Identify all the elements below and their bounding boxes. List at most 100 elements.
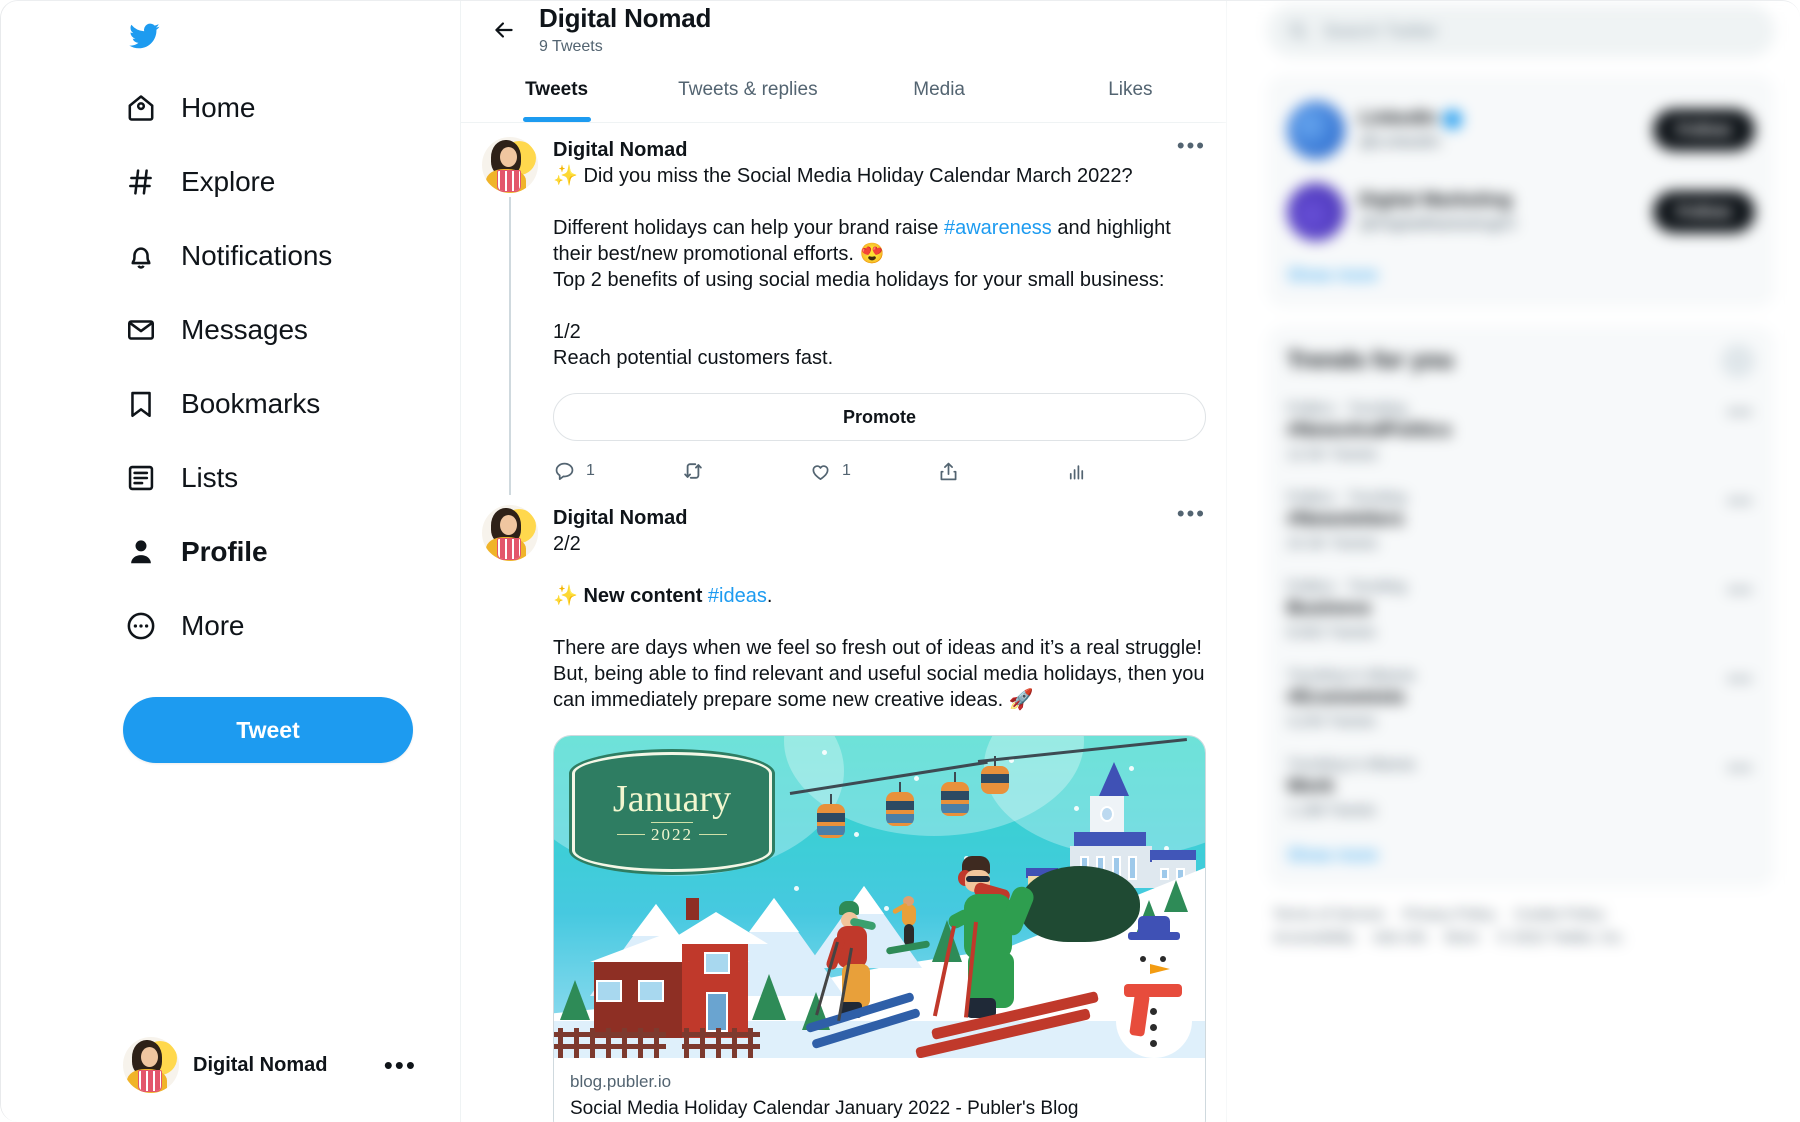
tweet-item[interactable]: Digital Nomad ••• ✨ Did you miss the Soc… (461, 123, 1226, 495)
tweet-count: 9 Tweets (539, 38, 603, 55)
sidebar-item-profile[interactable]: Profile (123, 515, 460, 589)
show-more-link[interactable]: Show more (1267, 253, 1775, 302)
tweet-author-name: Digital Nomad (553, 507, 688, 529)
footer-link-cookie[interactable]: Cookie Policy (1514, 906, 1605, 923)
trend-more-icon[interactable]: ••• (1728, 669, 1753, 690)
sidebar-item-bookmarks[interactable]: Bookmarks (123, 367, 460, 441)
account-switcher[interactable]: Digital Nomad ••• (123, 1027, 423, 1103)
right-sidebar: Search Twitter LinkedIn @LinkedIn Follow (1227, 1, 1800, 1122)
back-arrow-icon[interactable] (481, 7, 527, 53)
link-preview-card[interactable]: January 2022 blog.publer.io Social Media… (553, 735, 1206, 1122)
trend-category: Trending in Albania (1287, 756, 1415, 773)
sidebar-item-messages[interactable]: Messages (123, 293, 460, 367)
trend-more-icon[interactable]: ••• (1728, 491, 1753, 512)
like-action[interactable]: 1 (809, 460, 937, 483)
headline-before: New content (577, 585, 708, 607)
trend-more-icon[interactable]: ••• (1728, 402, 1753, 423)
twitter-profile-page: Home Explore Notifications Messages Book… (0, 0, 1800, 1122)
trend-name: #Economists (1287, 687, 1406, 708)
tweet-header: Digital Nomad ••• (553, 503, 1206, 531)
who-meta: Digital Marketing @DigitalMarketingIO (1359, 190, 1639, 234)
sidebar-item-lists[interactable]: Lists (123, 441, 460, 515)
footer-link-more[interactable]: More (1445, 929, 1479, 946)
follow-button[interactable]: Follow (1653, 191, 1755, 233)
hashtag-awareness[interactable]: #awareness (944, 217, 1052, 239)
promote-button[interactable]: Promote (553, 393, 1206, 441)
list-item[interactable]: LinkedIn @LinkedIn Follow (1267, 89, 1775, 171)
avatar (123, 1037, 179, 1093)
gondola-icon (817, 804, 845, 838)
reply-action[interactable]: 1 (553, 460, 681, 483)
left-sidebar: Home Explore Notifications Messages Book… (1, 1, 461, 1122)
trend-category: Politics · Trending (1287, 578, 1407, 595)
list-item[interactable]: Politics · Trending Business 8,902 Tweet… (1267, 566, 1775, 655)
tab-media[interactable]: Media (844, 65, 1035, 122)
twitter-bird-logo[interactable] (115, 7, 173, 65)
trend-name: Work (1287, 776, 1335, 797)
trend-more-icon[interactable]: ••• (1728, 580, 1753, 601)
trend-count: 3,240 Tweets (1287, 713, 1376, 730)
sidebar-item-explore[interactable]: Explore (123, 145, 460, 219)
sidebar-item-home[interactable]: Home (123, 71, 460, 145)
card-meta: blog.publer.io Social Media Holiday Cale… (554, 1058, 1205, 1122)
list-item[interactable]: Digital Marketing @DigitalMarketingIO Fo… (1267, 171, 1775, 253)
hashtag-ideas[interactable]: #ideas (708, 585, 767, 607)
trend-name: #Newsletters (1287, 509, 1405, 530)
bell-icon (123, 238, 159, 274)
card-title: Social Media Holiday Calendar January 20… (570, 1098, 1079, 1119)
gondola-icon (941, 782, 969, 816)
sidebar-item-notifications[interactable]: Notifications (123, 219, 460, 293)
account-menu-icon[interactable]: ••• (384, 1050, 423, 1081)
footer-link-terms[interactable]: Terms of Service (1273, 906, 1385, 923)
share-action[interactable] (937, 460, 1065, 483)
tweet-item[interactable]: Digital Nomad ••• 2/2 ✨ New content #ide… (461, 495, 1226, 1122)
avatar (1287, 183, 1345, 241)
who-name-row: LinkedIn (1359, 108, 1639, 130)
retweet-action[interactable] (681, 459, 809, 483)
footer-links: Terms of Service Privacy Policy Cookie P… (1267, 888, 1697, 946)
gear-icon[interactable] (1721, 344, 1755, 378)
avatar[interactable] (482, 505, 538, 561)
avatar[interactable] (482, 137, 538, 193)
show-more-link[interactable]: Show more (1267, 833, 1775, 882)
trends-header: Trends for you (1267, 340, 1775, 388)
tweet-author-name: Digital Nomad (553, 139, 688, 161)
tweet-more-icon[interactable]: ••• (1177, 503, 1206, 525)
tab-tweets[interactable]: Tweets (461, 65, 652, 122)
tweet-actions: 1 1 (553, 451, 1206, 491)
tab-active-indicator (522, 117, 591, 122)
thread-connector-line (509, 197, 511, 495)
account-name: Digital Nomad (193, 1053, 328, 1076)
footer-link-ads-info[interactable]: Ads info (1373, 929, 1427, 946)
list-item[interactable]: Trending in Albania Work 1,188 Tweets ••… (1267, 744, 1775, 833)
reply-icon (555, 462, 574, 480)
analytics-action[interactable] (1065, 460, 1098, 483)
tab-tweets-and-replies[interactable]: Tweets & replies (652, 65, 843, 122)
tweet-more-icon[interactable]: ••• (1177, 135, 1206, 157)
tab-label: Media (913, 79, 965, 100)
envelope-icon (123, 312, 159, 348)
trends-title: Trends for you (1287, 347, 1454, 374)
footer-link-accessibility[interactable]: Accessibility (1273, 929, 1355, 946)
footer-link-privacy[interactable]: Privacy Policy (1403, 906, 1496, 923)
sidebar-item-label: Profile (181, 536, 268, 567)
avatar (1287, 101, 1345, 159)
search-input[interactable]: Search Twitter (1267, 5, 1775, 57)
tweet-avatar-column (481, 137, 539, 495)
sidebar-item-more[interactable]: More (123, 589, 460, 663)
list-item[interactable]: Politics · Trending #Newsletters 24.3K T… (1267, 477, 1775, 566)
trend-count: 12.5K Tweets (1287, 446, 1378, 463)
card-domain: blog.publer.io (570, 1072, 672, 1091)
tab-likes[interactable]: Likes (1035, 65, 1226, 122)
tweet-button[interactable]: Tweet (123, 697, 413, 763)
tweet-avatar-column (481, 505, 539, 1122)
verified-badge-icon (1443, 109, 1463, 129)
list-item[interactable]: Trending in Albania #Economists 3,240 Tw… (1267, 655, 1775, 744)
list-item[interactable]: Politics · Trending #NewsAndPolitics 12.… (1267, 388, 1775, 477)
tweet-part-indicator: 1/2 (553, 321, 581, 343)
trend-more-icon[interactable]: ••• (1728, 758, 1753, 779)
who-name: LinkedIn (1359, 108, 1438, 129)
sidebar-item-label: Home (181, 92, 256, 123)
follow-button[interactable]: Follow (1653, 109, 1755, 151)
bookmark-icon (123, 386, 159, 422)
